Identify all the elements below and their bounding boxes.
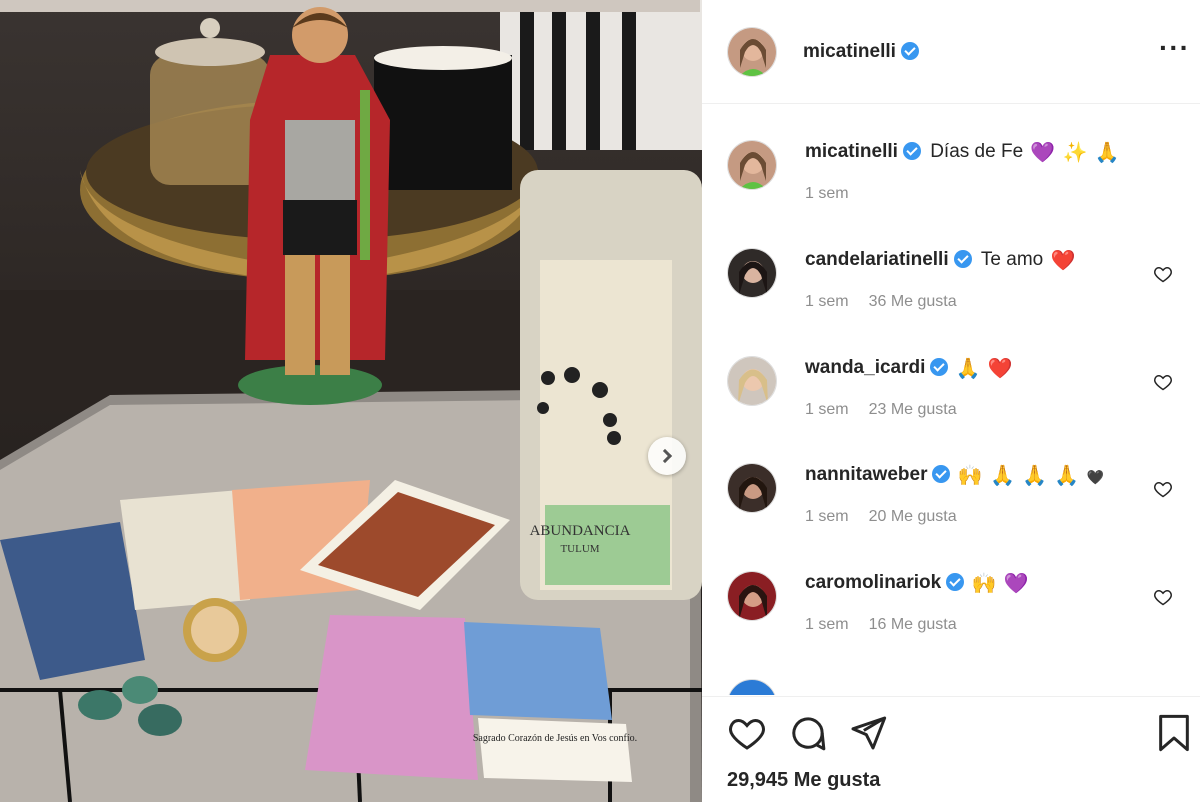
- verified-badge-icon: [946, 573, 965, 591]
- verified-badge-icon: [930, 358, 949, 376]
- comment-time[interactable]: 1 sem: [805, 293, 849, 310]
- pray-emoji: 🙏: [1094, 142, 1120, 164]
- author-avatar[interactable]: [727, 26, 777, 77]
- comment-username[interactable]: nannitaweber: [805, 464, 927, 485]
- like-comment-icon[interactable]: [1153, 264, 1173, 284]
- caption-text: Días de Fe: [930, 141, 1024, 162]
- purple-heart-emoji: 💜: [1003, 573, 1029, 595]
- caption-avatar[interactable]: [727, 140, 777, 190]
- comment-text: Te amo: [980, 249, 1044, 270]
- verified-badge-icon: [932, 465, 951, 483]
- prayer-card-caption: Sagrado Corazón de Jesús en Vos confío.: [473, 733, 637, 744]
- comment-time[interactable]: 1 sem: [805, 616, 849, 633]
- pray-emoji: 🙏: [955, 358, 981, 380]
- comment-likes[interactable]: 16 Me gusta: [869, 616, 957, 633]
- bookmark-icon[interactable]: [1154, 713, 1194, 753]
- next-photo-button[interactable]: [648, 437, 686, 475]
- photo-illustration: ABUNDANCIA TULUM Sagrado Corazón de Jesú…: [0, 0, 702, 802]
- pray-emoji: 🙏: [1022, 465, 1048, 487]
- candle-label-origin: TULUM: [560, 543, 599, 555]
- comment-time[interactable]: 1 sem: [805, 508, 849, 525]
- comment-time[interactable]: 1 sem: [805, 401, 849, 418]
- comment-username[interactable]: wanda_icardi: [805, 357, 925, 378]
- comments-list[interactable]: micatinelli Días de Fe 💜 ✨ 🙏 1 sem cande…: [702, 105, 1200, 695]
- red-heart-emoji: ❤️: [1050, 250, 1076, 272]
- sparkles-emoji: ✨: [1062, 142, 1088, 164]
- comment-likes[interactable]: 23 Me gusta: [869, 401, 957, 418]
- commenter-avatar[interactable]: [727, 571, 777, 621]
- purple-heart-emoji: 💜: [1030, 142, 1056, 164]
- pray-emoji: 🙏: [1054, 465, 1080, 487]
- commenter-avatar[interactable]: [727, 463, 777, 513]
- pray-emoji: 🙏: [989, 465, 1015, 487]
- raised-hands-emoji: 🙌: [957, 465, 983, 487]
- chevron-right-icon: [657, 448, 673, 464]
- like-comment-icon[interactable]: [1153, 587, 1173, 607]
- paper-plane-icon[interactable]: [848, 713, 888, 753]
- verified-badge-icon: [902, 142, 921, 160]
- like-comment-icon[interactable]: [1153, 479, 1173, 499]
- commenter-avatar[interactable]: [727, 248, 777, 298]
- commenter-avatar[interactable]: [727, 356, 777, 406]
- comment-likes[interactable]: 20 Me gusta: [869, 508, 957, 525]
- more-options-icon[interactable]: ···: [1159, 34, 1190, 62]
- commenter-avatar[interactable]: [727, 679, 777, 695]
- black-heart-emoji: 🖤: [1086, 469, 1104, 485]
- red-heart-emoji: ❤️: [987, 358, 1013, 380]
- author-username[interactable]: micatinelli: [803, 41, 919, 63]
- post-actions: 29,945 Me gusta: [702, 696, 1200, 802]
- raised-hands-emoji: 🙌: [971, 573, 997, 595]
- heart-icon[interactable]: [727, 713, 767, 753]
- post-header: micatinelli ···: [702, 0, 1200, 104]
- verified-badge-icon: [953, 250, 972, 268]
- post-likes-count[interactable]: 29,945 Me gusta: [727, 769, 880, 792]
- like-comment-icon[interactable]: [1153, 372, 1173, 392]
- post-side-panel: micatinelli ··· micatinelli Días de Fe 💜…: [702, 0, 1200, 802]
- comment-likes[interactable]: 36 Me gusta: [869, 293, 957, 310]
- comment-username[interactable]: candelariatinelli: [805, 249, 949, 270]
- caption-time[interactable]: 1 sem: [805, 185, 849, 202]
- verified-badge-icon: [900, 41, 919, 60]
- comment-username[interactable]: caromolinariok: [805, 572, 941, 593]
- candle-label-brand: ABUNDANCIA: [530, 523, 631, 539]
- comment-icon[interactable]: [788, 713, 828, 753]
- caption-username[interactable]: micatinelli: [805, 141, 898, 162]
- post-photo: ABUNDANCIA TULUM Sagrado Corazón de Jesú…: [0, 0, 702, 802]
